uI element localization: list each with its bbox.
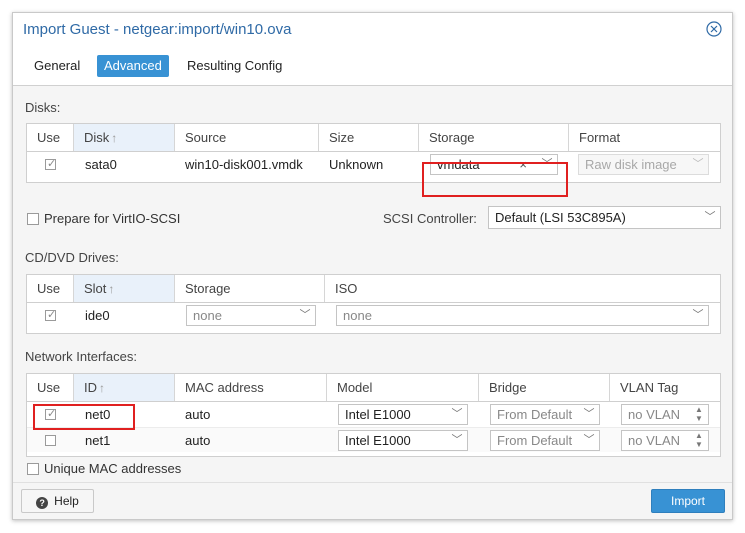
scsi-controller-value: Default (LSI 53C895A) [495, 210, 626, 225]
column-header-id[interactable]: ID ↑ [74, 374, 175, 401]
disk-row-sata0: ✓ sata0 win10-disk001.vmdk Unknown vmdat… [27, 152, 720, 177]
cdrom-section-label: CD/DVD Drives: [25, 250, 119, 265]
disk-format-select: Raw disk image ﹀ [578, 154, 709, 175]
disks-section-label: Disks: [25, 100, 61, 115]
column-header-format[interactable]: Format [569, 124, 720, 151]
unique-mac-checkbox[interactable] [27, 463, 39, 475]
chevron-down-icon[interactable]: ﹀ [295, 306, 315, 325]
cdrom-grid: Use Slot ↑ Storage ISO ✓ ide0 none ﹀ none… [26, 274, 721, 334]
disk-use-checkbox[interactable]: ✓ [45, 158, 57, 170]
net0-model-value: Intel E1000 [345, 407, 411, 422]
net0-model-select[interactable]: Intel E1000 ﹀ [338, 404, 468, 425]
column-header-disk[interactable]: Disk ↑ [74, 124, 175, 151]
dialog-footer: ? Help Import [13, 482, 732, 519]
net1-vlan-spinner[interactable]: no VLAN ▲ ▼ [621, 430, 709, 451]
title-bar: Import Guest - netgear:import/win10.ova [13, 13, 732, 47]
virtio-scsi-checkbox[interactable] [27, 213, 39, 225]
column-header-use[interactable]: Use [27, 374, 74, 401]
net0-bridge-value: From Default [497, 407, 573, 422]
storage-highlight-box [422, 162, 568, 197]
advanced-panel: Disks: Use Disk ↑ Source Size Storage For… [13, 86, 732, 484]
chevron-down-icon[interactable]: ﹀ [579, 405, 599, 424]
column-header-use[interactable]: Use [27, 275, 74, 302]
column-header-iso[interactable]: ISO [325, 275, 720, 302]
disk-size: Unknown [329, 157, 384, 172]
net1-vlan-value: no VLAN [628, 433, 681, 448]
cdrom-iso-value: none [343, 308, 372, 323]
column-header-use[interactable]: Use [27, 124, 74, 151]
column-header-size[interactable]: Size [319, 124, 419, 151]
chevron-down-icon: ﹀ [692, 158, 704, 170]
cdrom-iso-select[interactable]: none ﹀ [336, 305, 709, 326]
cdrom-grid-header: Use Slot ↑ Storage ISO [27, 275, 720, 303]
net0-highlight-box [33, 404, 135, 430]
checkmark-icon: ✓ [47, 309, 57, 321]
chevron-down-icon[interactable]: ﹀ [579, 431, 599, 450]
cdrom-use-checkbox[interactable]: ✓ [45, 309, 57, 321]
column-header-vlan[interactable]: VLAN Tag [610, 374, 720, 401]
chevron-down-icon[interactable]: ﹀ [447, 405, 467, 424]
column-header-slot[interactable]: Slot ↑ [74, 275, 175, 302]
column-header-model[interactable]: Model [327, 374, 479, 401]
help-icon: ? [36, 497, 49, 509]
cdrom-storage-select[interactable]: none ﹀ [186, 305, 316, 326]
net0-bridge-select[interactable]: From Default ﹀ [490, 404, 600, 425]
import-button[interactable]: Import [651, 489, 725, 513]
chevron-down-icon[interactable]: ﹀ [447, 431, 467, 450]
net1-id: net1 [85, 433, 111, 448]
cdrom-row-ide0: ✓ ide0 none ﹀ none ﹀ [27, 303, 720, 328]
spinner-arrows-icon[interactable]: ▲ ▼ [692, 405, 706, 424]
spinner-arrows-icon[interactable]: ▲ ▼ [692, 431, 706, 450]
tab-advanced[interactable]: Advanced [97, 55, 169, 77]
net1-bridge-select[interactable]: From Default ﹀ [490, 430, 600, 451]
disks-grid: Use Disk ↑ Source Size Storage Format ✓ s… [26, 123, 721, 183]
disk-source: win10-disk001.vmdk [185, 157, 303, 172]
cdrom-slot: ide0 [85, 308, 110, 323]
disk-format-value: Raw disk image [585, 157, 677, 172]
close-icon[interactable] [706, 21, 722, 37]
net1-model-value: Intel E1000 [345, 433, 411, 448]
sort-ascending-icon: ↑ [99, 381, 105, 395]
net0-vlan-spinner[interactable]: no VLAN ▲ ▼ [621, 404, 709, 425]
help-button[interactable]: ? Help [21, 489, 94, 513]
net0-mac: auto [185, 407, 211, 422]
disks-grid-header: Use Disk ↑ Source Size Storage Format [27, 124, 720, 152]
net1-use-checkbox[interactable] [45, 435, 56, 446]
tab-general[interactable]: General [27, 55, 87, 77]
net0-vlan-value: no VLAN [628, 407, 681, 422]
network-row-net1: net1 auto Intel E1000 ﹀ From Default ﹀ n… [27, 427, 720, 452]
column-header-storage[interactable]: Storage [419, 124, 569, 151]
cdrom-storage-value: none [193, 308, 222, 323]
net1-bridge-value: From Default [497, 433, 573, 448]
tab-bar: General Advanced Resulting Config [13, 53, 732, 86]
column-header-mac[interactable]: MAC address [175, 374, 327, 401]
network-grid-header: Use ID ↑ MAC address Model Bridge VLAN Ta… [27, 374, 720, 402]
checkmark-icon: ✓ [47, 158, 57, 170]
disk-id: sata0 [85, 157, 117, 172]
sort-ascending-icon: ↑ [108, 282, 115, 296]
unique-mac-label: Unique MAC addresses [44, 461, 182, 476]
column-header-source[interactable]: Source [175, 124, 319, 151]
import-guest-dialog: Import Guest - netgear:import/win10.ova … [12, 12, 733, 520]
virtio-scsi-label: Prepare for VirtIO-SCSI [44, 211, 181, 226]
net1-model-select[interactable]: Intel E1000 ﹀ [338, 430, 468, 451]
scsi-controller-label: SCSI Controller: [383, 211, 477, 226]
tab-resulting-config[interactable]: Resulting Config [180, 55, 289, 77]
network-section-label: Network Interfaces: [25, 349, 137, 364]
scsi-controller-select[interactable]: Default (LSI 53C895A) ﹀ [488, 206, 721, 229]
column-header-storage[interactable]: Storage [175, 275, 325, 302]
chevron-down-icon[interactable]: ﹀ [700, 207, 720, 228]
chevron-down-icon[interactable]: ﹀ [688, 306, 708, 325]
sort-ascending-icon: ↑ [111, 131, 118, 145]
net1-mac: auto [185, 433, 211, 448]
column-header-bridge[interactable]: Bridge [479, 374, 610, 401]
dialog-title: Import Guest - netgear:import/win10.ova [23, 21, 292, 38]
